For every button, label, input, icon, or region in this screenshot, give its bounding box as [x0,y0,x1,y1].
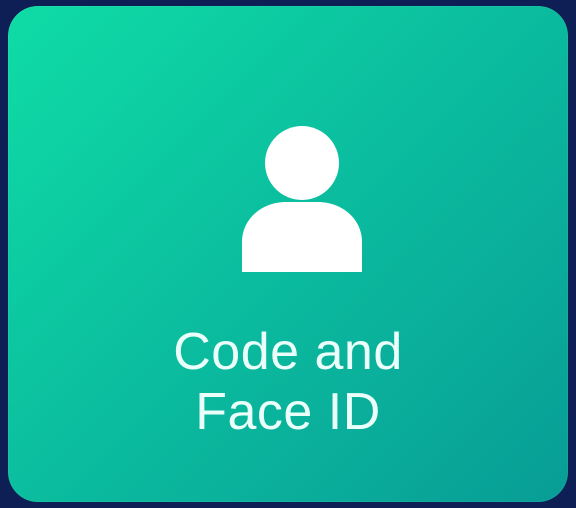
screen: Code and Face ID [0,0,576,508]
tile-label-line-2: Face ID [195,383,381,441]
tile-label: Code and Face ID [8,322,568,442]
tile-label-line-1: Code and [173,323,403,381]
code-and-face-id-tile[interactable]: Code and Face ID [8,6,568,502]
user-icon [240,124,364,272]
